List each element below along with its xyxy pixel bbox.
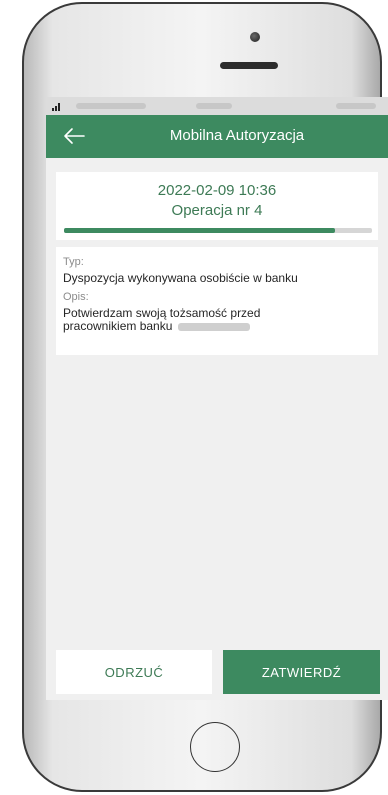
carrier-name (76, 103, 146, 109)
app-screen: Mobilna Autoryzacja 2022-02-09 10:36 Ope… (46, 97, 388, 700)
page-title: Mobilna Autoryzacja (169, 127, 305, 144)
confirm-button[interactable]: ZATWIERDŹ (223, 650, 380, 694)
home-button-icon[interactable] (190, 722, 240, 772)
description-line-2: pracownikiem banku (63, 320, 372, 333)
battery-indicator (336, 103, 376, 109)
operation-datetime: 2022-02-09 10:36 (157, 182, 277, 199)
earpiece-speaker (220, 62, 278, 69)
operation-title: Operacja nr 4 (171, 202, 263, 219)
status-bar (46, 97, 388, 115)
reject-button[interactable]: ODRZUĆ (56, 650, 212, 694)
description-label: Opis: (63, 291, 89, 303)
timeout-progress-bar (64, 228, 372, 233)
status-clock (196, 103, 232, 109)
front-camera (250, 32, 260, 42)
blurred-bank-name (178, 322, 251, 331)
type-label: Typ: (63, 256, 84, 268)
description-line-2-text: pracownikiem banku (63, 319, 173, 333)
type-value: Dyspozycja wykonywana osobiście w banku (63, 271, 298, 285)
app-bar: Mobilna Autoryzacja (46, 115, 388, 158)
signal-icon (52, 103, 64, 111)
operation-header-card: 2022-02-09 10:36 Operacja nr 4 (56, 172, 378, 240)
arrow-left-icon[interactable] (62, 125, 86, 147)
operation-details-card: Typ: Dyspozycja wykonywana osobiście w b… (56, 247, 378, 355)
progress-fill (64, 228, 336, 233)
